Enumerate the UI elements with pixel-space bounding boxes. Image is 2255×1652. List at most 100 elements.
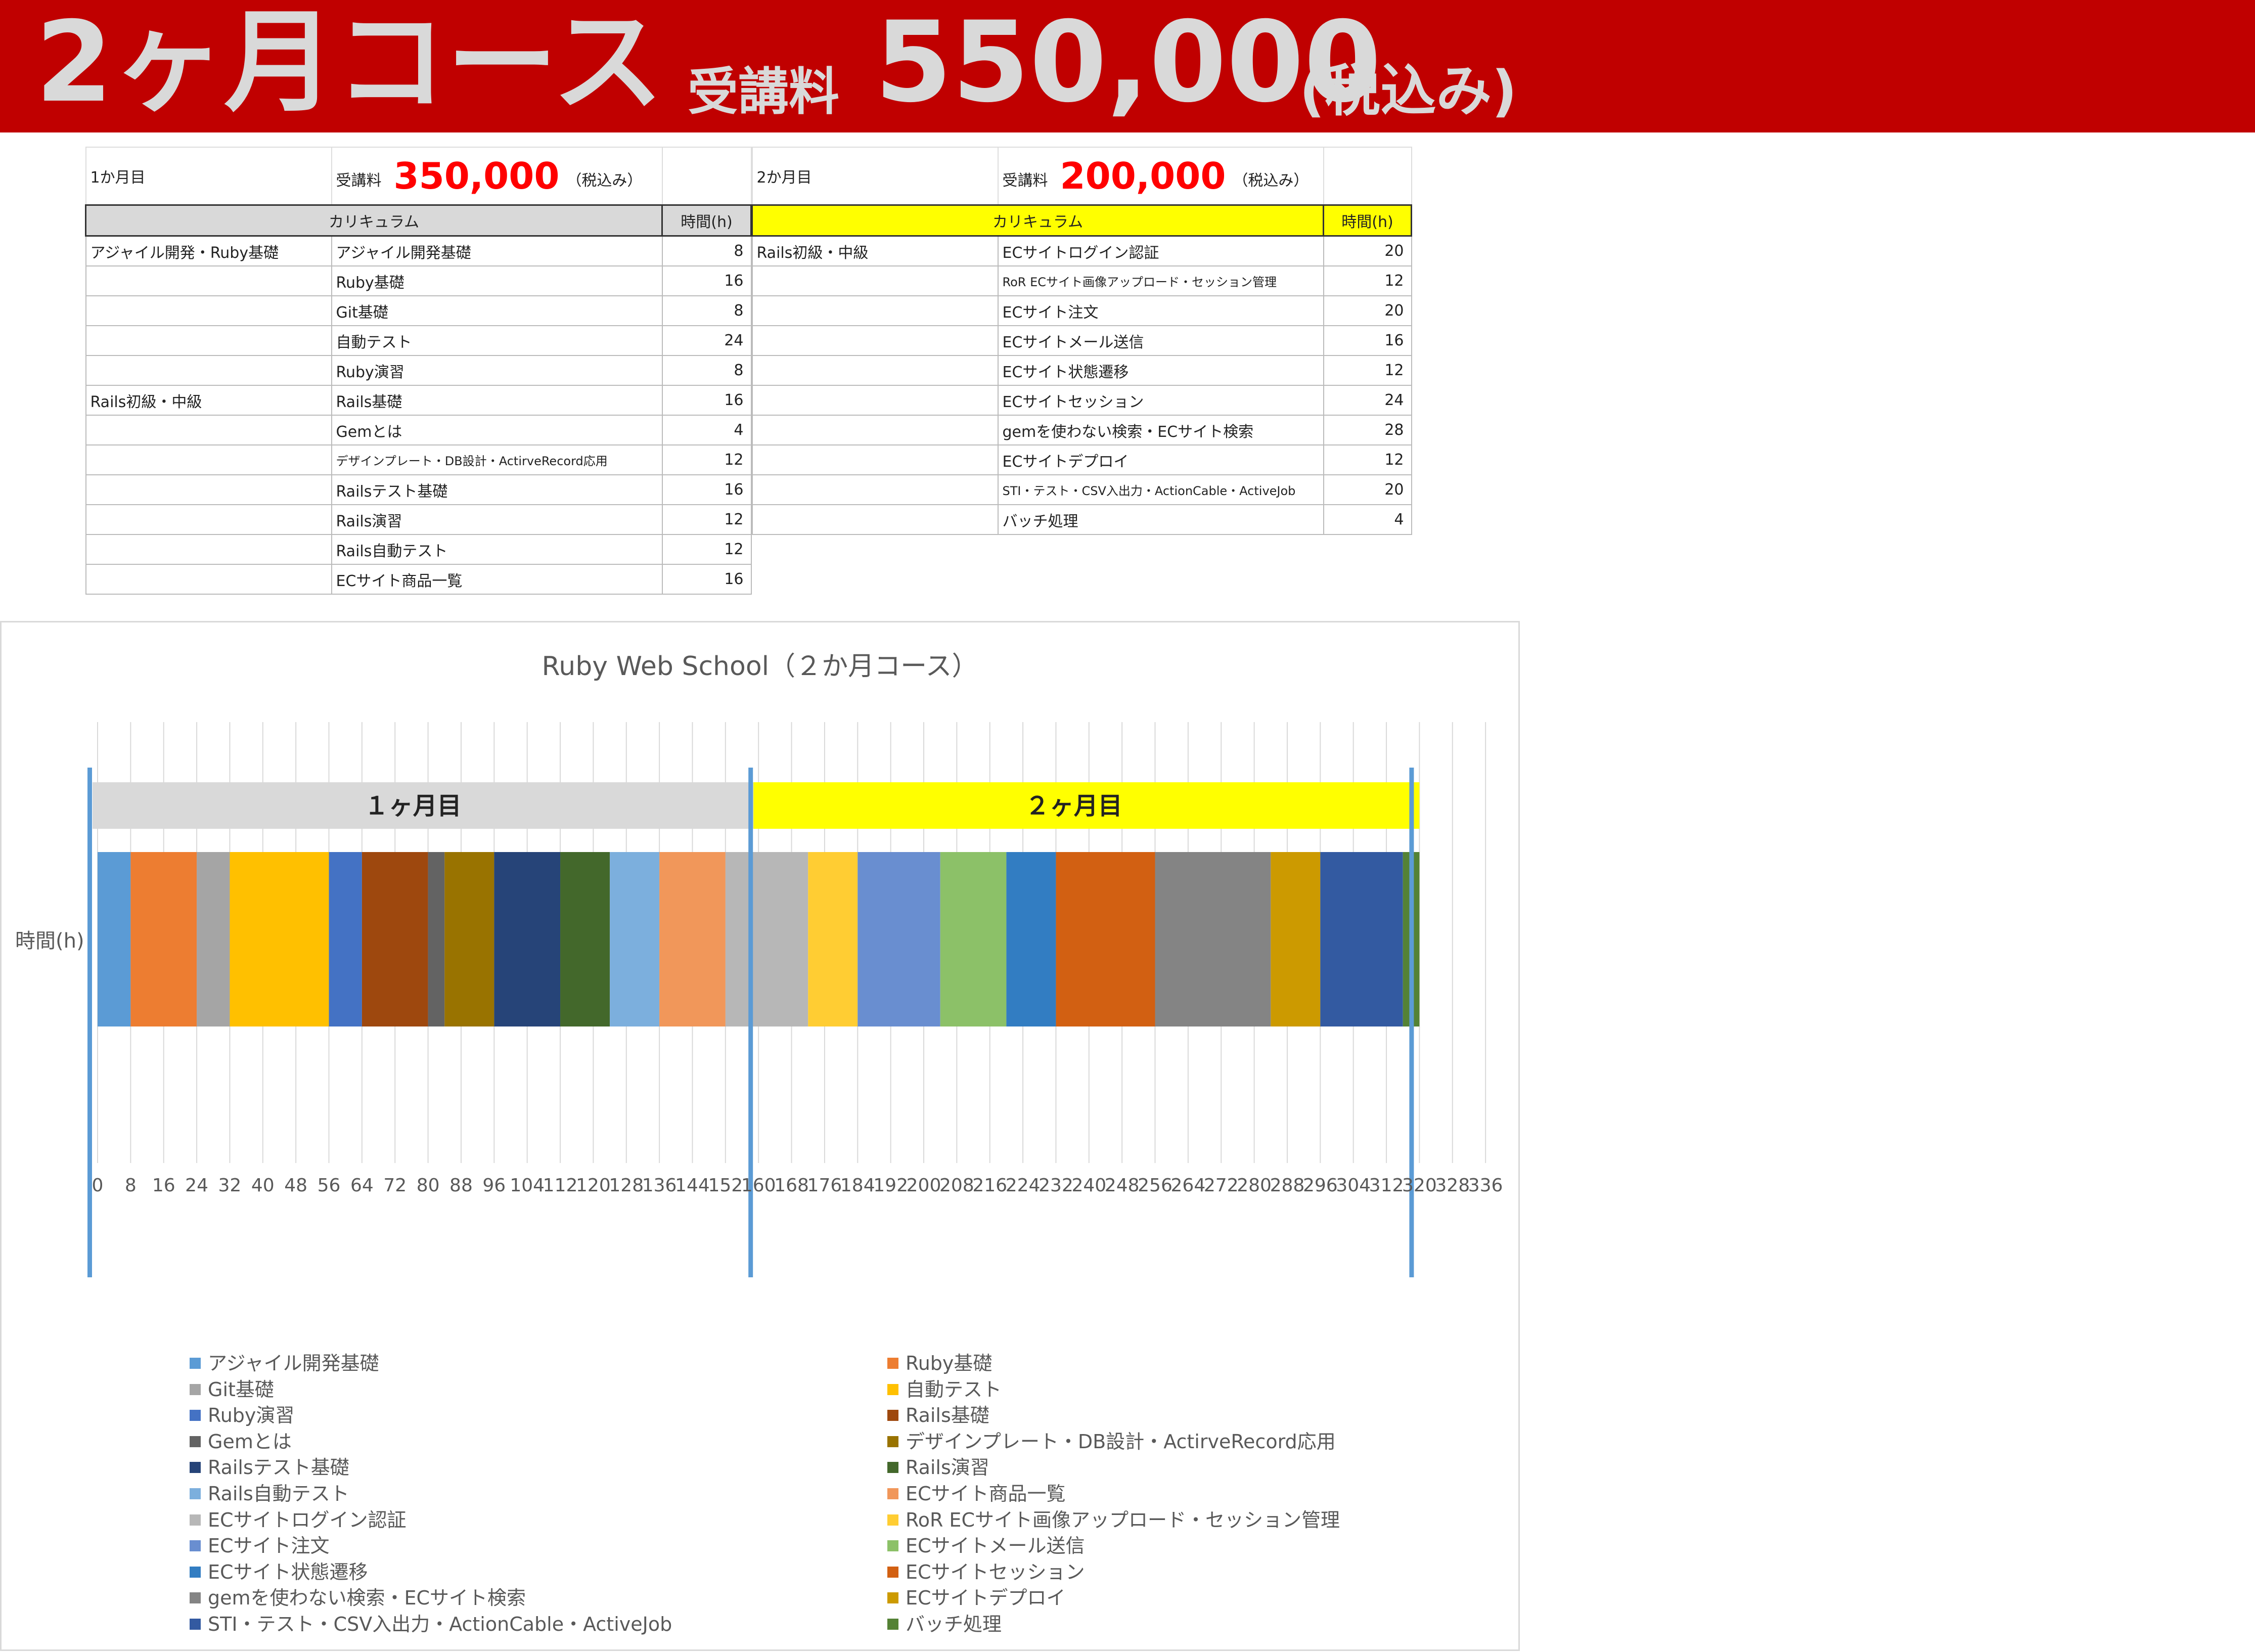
x-tick-label: 0: [92, 1175, 104, 1196]
bar-segment: [560, 852, 610, 1026]
bar-segment: [494, 852, 561, 1026]
legend-label: Git基礎: [208, 1378, 274, 1401]
x-tick-label: 112: [543, 1175, 578, 1196]
legend-swatch: [190, 1383, 201, 1395]
legend-item: Ruby基礎: [887, 1348, 992, 1375]
x-tick-label: 96: [482, 1175, 506, 1196]
legend-item: Rails演習: [887, 1452, 989, 1480]
month-band-label: ２ヶ月目: [1025, 792, 1122, 820]
month-boundary-line: [748, 768, 753, 1277]
bar-segment: [808, 852, 858, 1026]
legend-label: Ruby演習: [208, 1404, 295, 1427]
x-tick-label: 224: [1006, 1175, 1041, 1196]
legend-label: ECサイトセッション: [906, 1560, 1085, 1583]
x-tick-label: 208: [939, 1175, 974, 1196]
legend-label: Rails演習: [906, 1456, 989, 1479]
legend-swatch: [887, 1592, 898, 1604]
x-tick-label: 328: [1435, 1175, 1470, 1196]
x-tick-label: 160: [741, 1175, 776, 1196]
bar-segment: [230, 852, 329, 1026]
legend-item: アジャイル開発基礎: [190, 1348, 379, 1375]
legend-label: gemを使わない検索・ECサイト検索: [208, 1587, 526, 1610]
x-tick-label: 264: [1171, 1175, 1206, 1196]
x-tick-label: 128: [609, 1175, 644, 1196]
x-tick-label: 80: [417, 1175, 440, 1196]
x-tick-label: 104: [510, 1175, 545, 1196]
x-tick-label: 8: [125, 1175, 137, 1196]
legend-label: Rails基礎: [906, 1404, 989, 1427]
bar-segment: [610, 852, 660, 1026]
legend-label: STI・テスト・CSV入出力・ActionCable・ActiveJob: [208, 1613, 672, 1635]
legend-item: Railsテスト基礎: [190, 1452, 349, 1480]
legend-swatch: [190, 1619, 201, 1630]
legend-swatch: [887, 1488, 898, 1499]
legend-label: Ruby基礎: [906, 1352, 993, 1374]
bar-segment: [197, 852, 230, 1026]
x-tick-label: 24: [185, 1175, 208, 1196]
legend-swatch: [887, 1436, 898, 1447]
legend-item: Rails自動テスト: [190, 1478, 349, 1506]
bar-segment: [725, 852, 808, 1026]
x-tick-label: 120: [576, 1175, 611, 1196]
legend-label: RoR ECサイト画像アップロード・セッション管理: [906, 1508, 1340, 1531]
legend-label: ECサイトログイン認証: [208, 1508, 407, 1531]
legend-label: ECサイトデプロイ: [906, 1587, 1066, 1610]
legend-label: ECサイトメール送信: [906, 1535, 1085, 1557]
x-tick-label: 336: [1468, 1175, 1503, 1196]
legend-item: Ruby演習: [190, 1400, 294, 1427]
legend-item: Rails基礎: [887, 1400, 989, 1427]
bar-segment: [444, 852, 494, 1026]
x-tick-label: 256: [1138, 1175, 1172, 1196]
legend-item: ECサイト注文: [190, 1530, 330, 1558]
legend-item: Git基礎: [190, 1374, 274, 1402]
x-tick-label: 312: [1369, 1175, 1404, 1196]
x-tick-label: 176: [807, 1175, 842, 1196]
legend-swatch: [190, 1514, 201, 1526]
legend-swatch: [887, 1358, 898, 1369]
legend-swatch: [190, 1592, 201, 1604]
month-boundary-line: [1409, 768, 1414, 1277]
legend-label: ECサイト状態遷移: [208, 1560, 368, 1583]
x-tick-label: 272: [1204, 1175, 1239, 1196]
legend-swatch: [887, 1514, 898, 1526]
x-tick-label: 16: [152, 1175, 175, 1196]
legend-swatch: [887, 1462, 898, 1474]
month-band-label: １ヶ月目: [365, 792, 462, 820]
x-tick-label: 152: [708, 1175, 743, 1196]
legend-swatch: [190, 1566, 201, 1578]
legend-item: ECサイトセッション: [887, 1556, 1085, 1584]
bar-segment: [1056, 852, 1155, 1026]
x-tick-label: 296: [1303, 1175, 1338, 1196]
legend-label: Gemとは: [208, 1430, 292, 1453]
legend-swatch: [190, 1436, 201, 1447]
bar-segment: [659, 852, 726, 1026]
legend-item: ECサイト商品一覧: [887, 1478, 1066, 1506]
bar-segment: [1006, 852, 1056, 1026]
bar-segment: [1320, 852, 1403, 1026]
x-tick-label: 248: [1105, 1175, 1140, 1196]
legend-item: バッチ処理: [887, 1609, 1002, 1636]
legend-item: RoR ECサイト画像アップロード・セッション管理: [887, 1504, 1340, 1532]
x-tick-label: 192: [873, 1175, 908, 1196]
legend-swatch: [887, 1619, 898, 1630]
x-tick-label: 280: [1237, 1175, 1272, 1196]
x-tick-label: 64: [350, 1175, 374, 1196]
legend-item: STI・テスト・CSV入出力・ActionCable・ActiveJob: [190, 1609, 672, 1636]
bar-segment: [940, 852, 1007, 1026]
legend-swatch: [887, 1540, 898, 1552]
x-tick-label: 72: [383, 1175, 407, 1196]
x-tick-label: 304: [1336, 1175, 1371, 1196]
legend-swatch: [887, 1566, 898, 1578]
x-tick-label: 136: [642, 1175, 677, 1196]
x-tick-label: 32: [218, 1175, 242, 1196]
legend-swatch: [190, 1488, 201, 1499]
x-tick-label: 48: [284, 1175, 307, 1196]
legend-item: デザインプレート・DB設計・ActirveRecord応用: [887, 1426, 1336, 1454]
legend-label: Railsテスト基礎: [208, 1456, 349, 1479]
bar-segment: [428, 852, 445, 1026]
bar-segment: [858, 852, 940, 1026]
legend-swatch: [190, 1358, 201, 1369]
bar-segment: [329, 852, 362, 1026]
x-tick-label: 56: [318, 1175, 341, 1196]
x-tick-label: 168: [774, 1175, 809, 1196]
